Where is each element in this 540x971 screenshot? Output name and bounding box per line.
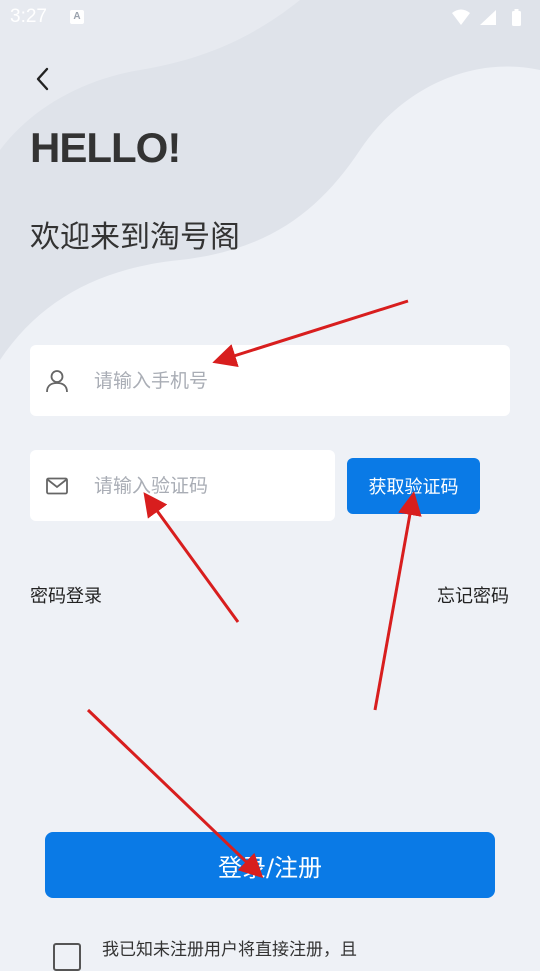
chevron-left-icon <box>36 67 49 91</box>
wifi-icon <box>452 9 470 25</box>
login-register-button[interactable]: 登录/注册 <box>45 832 495 898</box>
code-field[interactable] <box>30 450 335 521</box>
back-button[interactable] <box>30 62 60 96</box>
status-icons <box>450 8 530 32</box>
forgot-password-link[interactable]: 忘记密码 <box>437 582 509 608</box>
agreement-text: 我已知未注册用户将直接注册，且 <box>102 940 357 960</box>
status-bar: 3:27 A <box>0 0 540 36</box>
get-code-button[interactable]: 获取验证码 <box>347 458 480 514</box>
password-login-link[interactable]: 密码登录 <box>30 582 102 608</box>
mail-icon <box>46 477 68 494</box>
signal-icon <box>480 10 496 25</box>
notification-badge: A <box>70 10 84 24</box>
code-input[interactable] <box>92 473 335 498</box>
status-time: 3:27 <box>10 6 47 27</box>
phone-field[interactable] <box>30 345 510 416</box>
welcome-text: 欢迎来到淘号阁 <box>30 220 240 255</box>
agreement-row: 我已知未注册用户将直接注册，且 <box>52 932 540 971</box>
battery-icon <box>512 9 521 26</box>
phone-input[interactable] <box>92 368 510 393</box>
agreement-checkbox[interactable] <box>53 943 81 971</box>
user-icon <box>46 369 68 392</box>
hello-title: HELLO! <box>30 124 181 171</box>
